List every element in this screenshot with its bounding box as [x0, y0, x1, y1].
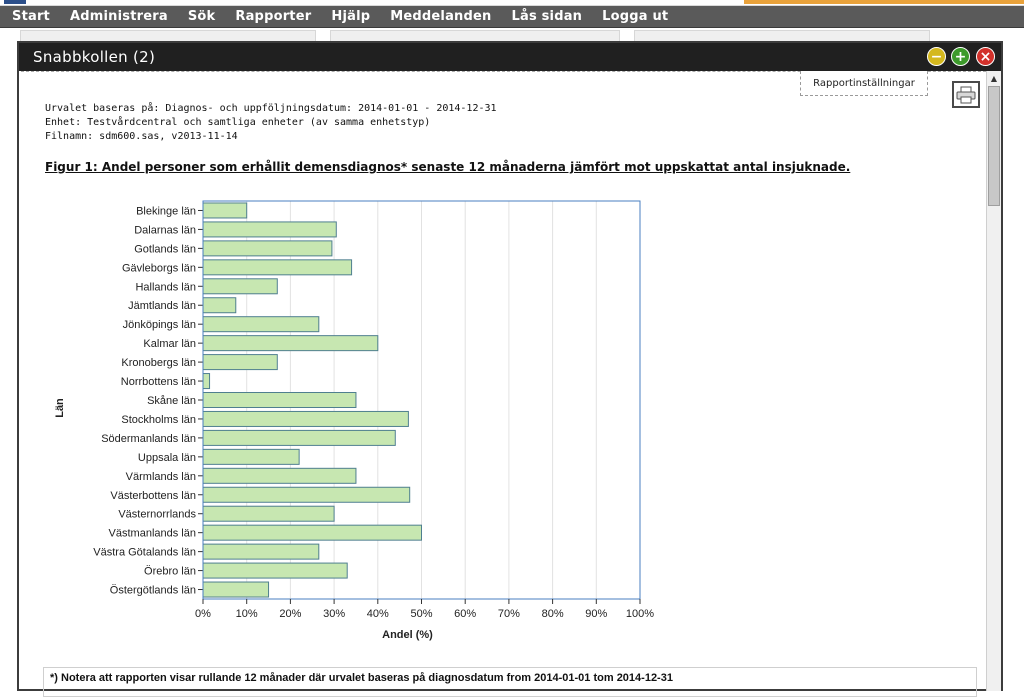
x-tick-label: 70%: [498, 608, 520, 620]
x-tick-label: 60%: [454, 608, 476, 620]
bar-chart: Blekinge län Dalarnas län Gotlands län Gävl…: [54, 200, 654, 641]
menu-sok[interactable]: Sök: [178, 6, 226, 28]
bar: [202, 221, 337, 238]
bar: [202, 373, 211, 390]
x-tick-label: 10%: [236, 608, 258, 620]
x-tick-label: 50%: [410, 608, 432, 620]
top-accent-bar: [744, 0, 1024, 4]
bar: [202, 392, 357, 408]
category-label: Västmanlands län: [109, 528, 196, 540]
category-label: Västernorrlands: [118, 509, 196, 521]
scroll-up-arrow-icon[interactable]: ▲: [987, 71, 1001, 85]
report-meta-unit: Enhet: Testvårdcentral och samtliga enhe…: [45, 117, 431, 128]
bar: [202, 524, 422, 541]
category-label: Södermanlands län: [101, 433, 196, 445]
category-label: Kalmar län: [143, 338, 196, 350]
report-meta-filename: Filnamn: sdm600.sas, v2013-11-14: [45, 131, 238, 142]
report-meta-selection: Urvalet baseras på: Diagnos- och uppfölj…: [45, 103, 497, 114]
bar: [202, 202, 248, 219]
category-label: Skåne län: [147, 395, 196, 407]
category-label: Uppsala län: [138, 452, 196, 464]
category-label: Dalarnas län: [134, 224, 196, 236]
menu-las-sidan[interactable]: Lås sidan: [501, 6, 592, 28]
menu-hjalp[interactable]: Hjälp: [321, 6, 380, 28]
x-tick-label: 0%: [195, 608, 211, 620]
bar: [202, 467, 357, 484]
category-label: Västra Götalands län: [93, 547, 196, 559]
menu-rapporter[interactable]: Rapporter: [225, 6, 321, 28]
menu-administrera[interactable]: Administrera: [60, 6, 178, 28]
bar: [202, 429, 396, 446]
category-label: Hallands län: [135, 281, 196, 293]
x-tick-label: 30%: [323, 608, 345, 620]
menu-start[interactable]: Start: [2, 6, 60, 28]
x-tick-label: 40%: [367, 608, 389, 620]
close-icon: ×: [979, 48, 992, 65]
bar: [202, 316, 320, 333]
maximize-button[interactable]: +: [951, 47, 970, 66]
category-label: Norrbottens län: [121, 376, 196, 388]
x-tick-label: 100%: [626, 608, 654, 620]
minus-icon: −: [930, 48, 943, 65]
main-menu: Start Administrera Sök Rapporter Hjälp M…: [0, 6, 1024, 28]
close-button[interactable]: ×: [976, 47, 995, 66]
bar: [202, 259, 353, 276]
snabbkollen-panel: Snabbkollen (2) − + × Rapportinställning…: [17, 41, 1003, 697]
panel-header: Snabbkollen (2) − + ×: [19, 43, 1001, 71]
category-label: Gotlands län: [134, 243, 196, 255]
category-label: Jönköpings län: [123, 319, 196, 331]
print-button[interactable]: [952, 81, 980, 108]
report-footnote: *) Notera att rapporten visar rullande 1…: [43, 667, 977, 697]
bar: [202, 562, 348, 579]
category-label: Stockholms län: [121, 414, 196, 426]
x-tick-label: 90%: [585, 608, 607, 620]
category-label: Kronobergs län: [121, 357, 196, 369]
bar: [202, 410, 409, 427]
bar: [202, 354, 278, 371]
category-label: Värmlands län: [126, 471, 196, 483]
printer-icon: [956, 86, 976, 103]
bar: [202, 581, 270, 598]
bar: [202, 278, 278, 295]
category-label: Gävleborgs län: [122, 262, 196, 274]
bar: [202, 543, 320, 560]
report-settings-button[interactable]: Rapportinställningar: [800, 71, 928, 96]
category-label: Örebro län: [144, 566, 196, 578]
bar: [202, 505, 335, 522]
scrollbar-thumb[interactable]: [988, 86, 1000, 206]
x-tick-label: 80%: [542, 608, 564, 620]
x-tick-label: 20%: [279, 608, 301, 620]
bar: [202, 240, 333, 257]
bar: [202, 486, 411, 503]
category-label: Jämtlands län: [128, 300, 196, 312]
panel-title: Snabbkollen (2): [33, 48, 156, 66]
category-label: Västerbottens län: [110, 490, 196, 502]
plus-icon: +: [954, 48, 967, 65]
menu-logga-ut[interactable]: Logga ut: [592, 6, 678, 28]
bar: [202, 297, 237, 314]
x-axis-label: Andel (%): [382, 629, 433, 641]
menu-meddelanden[interactable]: Meddelanden: [380, 6, 501, 28]
minimize-button[interactable]: −: [927, 47, 946, 66]
app-logo: [4, 0, 26, 4]
bar: [202, 448, 300, 465]
y-axis-label: Län: [54, 398, 66, 418]
figure-title: Figur 1: Andel personer som erhållit dem…: [45, 160, 851, 174]
category-label: Östergötlands län: [110, 585, 196, 597]
vertical-scrollbar[interactable]: ▲: [986, 71, 1001, 691]
bar: [202, 335, 379, 352]
category-label: Blekinge län: [136, 205, 196, 217]
